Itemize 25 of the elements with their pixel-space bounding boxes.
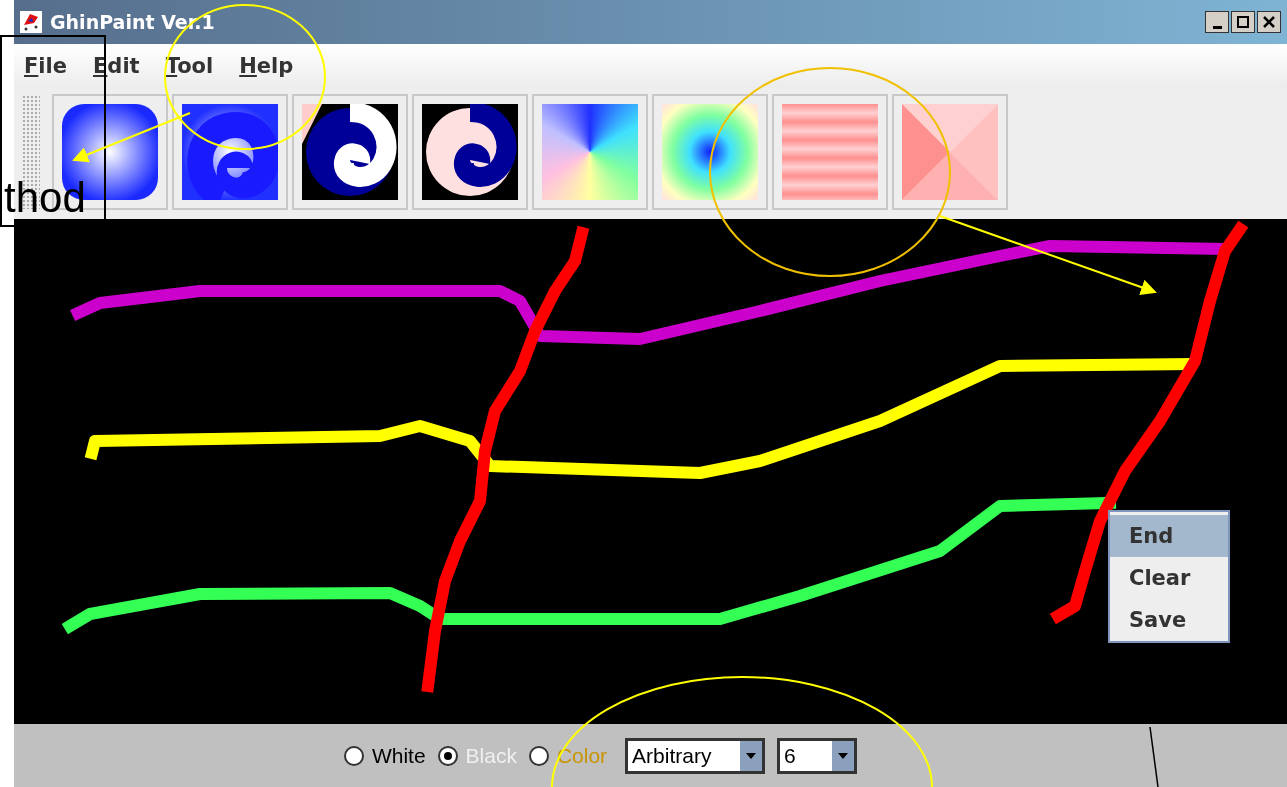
- close-icon: [1262, 15, 1276, 29]
- menu-item[interactable]: File: [24, 54, 67, 78]
- context-menu-item[interactable]: End: [1110, 515, 1228, 557]
- maximize-icon: [1236, 15, 1250, 29]
- drawing-canvas[interactable]: End Clear Save: [14, 219, 1287, 724]
- size-dropdown[interactable]: 6: [777, 737, 858, 774]
- close-button[interactable]: [1257, 11, 1281, 33]
- minimize-button[interactable]: [1205, 11, 1229, 33]
- context-menu-item[interactable]: Clear: [1110, 557, 1228, 599]
- annotation-line: [1149, 726, 1159, 787]
- radio-button[interactable]: [437, 745, 458, 766]
- radio-button[interactable]: [343, 745, 364, 766]
- context-menu-item[interactable]: Save: [1110, 599, 1228, 641]
- mode-dropdown[interactable]: Arbitrary: [625, 737, 766, 774]
- tool-button[interactable]: [172, 94, 288, 210]
- radio-label: White: [371, 743, 426, 768]
- radio-button[interactable]: [528, 745, 549, 766]
- menu-item[interactable]: Tool: [165, 54, 214, 78]
- annotation-text: thod: [4, 177, 86, 219]
- minimize-icon: [1212, 25, 1222, 29]
- tool-button[interactable]: [412, 94, 528, 210]
- maximize-button[interactable]: [1231, 11, 1255, 33]
- tool-button[interactable]: [292, 94, 408, 210]
- menu-item[interactable]: Help: [239, 54, 294, 78]
- paint-palette-icon: [20, 11, 42, 33]
